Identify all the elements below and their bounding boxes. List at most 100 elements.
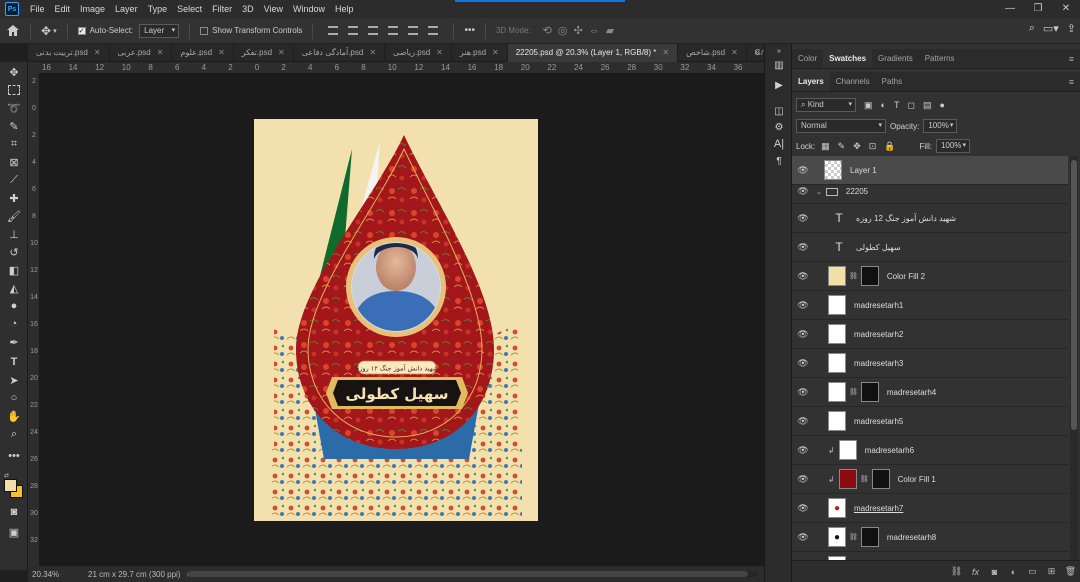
align-top-icon[interactable] [388, 26, 399, 35]
ruler-origin[interactable] [28, 62, 40, 74]
visibility-eye-icon[interactable]: 👁 [792, 242, 814, 253]
tab-22205[interactable]: 22205.psd @ 20.3% (Layer 1, RGB/8) * ✕ [507, 44, 679, 62]
play-action-icon[interactable]: ▶ [771, 80, 787, 94]
filter-smart-icon[interactable]: ▤ [923, 100, 932, 111]
tab-amadegi-defaei[interactable]: آمادگی دفاعی.psd ✕ [294, 44, 386, 62]
quick-select-tool-icon[interactable]: ✎ [5, 118, 23, 134]
opacity-input[interactable]: 100% [923, 119, 958, 133]
layer-row[interactable]: 👁 madresetarh1 [792, 291, 1068, 320]
visibility-eye-icon[interactable]: 👁 [792, 358, 814, 369]
menu-file[interactable]: File [25, 0, 50, 18]
visibility-eye-icon[interactable]: 👁 [792, 503, 814, 514]
quick-mask-icon[interactable]: ◙ [5, 504, 23, 520]
zoom-level[interactable]: 20.34% [32, 570, 84, 579]
share-icon[interactable]: ⇪ [1067, 22, 1076, 35]
auto-select-checkbox[interactable]: ✓ [77, 26, 86, 35]
brush-tool-icon[interactable]: 🖌 [5, 208, 23, 224]
3d-orbit-icon[interactable]: ⟲ [543, 24, 552, 37]
menu-filter[interactable]: Filter [207, 0, 237, 18]
search-icon[interactable]: ⌕ [1029, 22, 1035, 35]
foreground-color-swatch[interactable] [4, 479, 17, 492]
lasso-tool-icon[interactable]: ➰ [5, 100, 23, 116]
filter-adjustment-icon[interactable]: ◐ [881, 100, 886, 111]
tabs-overflow-button[interactable]: » [754, 44, 760, 62]
blur-tool-icon[interactable]: ● [5, 298, 23, 314]
3d-roll-icon[interactable]: ◎ [558, 24, 568, 37]
close-icon[interactable]: ✕ [157, 48, 164, 57]
visibility-eye-icon[interactable]: 👁 [792, 271, 814, 282]
pen-tool-icon[interactable]: ✒ [5, 334, 23, 350]
lock-position-icon[interactable]: ✥ [853, 141, 861, 152]
link-icon[interactable]: ⛓ [849, 533, 858, 541]
filter-toggle-icon[interactable]: ● [939, 100, 944, 111]
tab-tafakor[interactable]: تفکر.psd ✕ [234, 44, 294, 62]
paragraph-icon[interactable]: ¶ [771, 156, 787, 170]
tab-riazi[interactable]: ریاضی.psd ✕ [385, 44, 452, 62]
history-brush-icon[interactable]: ↺ [5, 244, 23, 260]
visibility-eye-icon[interactable]: 👁 [792, 445, 814, 456]
close-icon[interactable]: ✕ [492, 48, 499, 57]
tab-layers[interactable]: Layers [792, 72, 830, 91]
ellipse-tool-icon[interactable]: ○ [5, 390, 23, 406]
tab-arabi[interactable]: عربی.psd ✕ [110, 44, 173, 62]
vertical-ruler[interactable]: 2 0 2 4 6 8 10 12 14 16 18 20 22 24 26 28 30 32 [28, 74, 40, 566]
filter-kind-dropdown[interactable]: ⌕ Kind [796, 98, 856, 112]
tab-patterns[interactable]: Patterns [919, 49, 961, 68]
new-group-icon[interactable]: ▭ [1023, 566, 1042, 577]
layer-row[interactable]: 👁 T شهید دانش آموز جنگ 12 روزه [792, 204, 1068, 233]
3d-pan-icon[interactable]: ✣ [573, 24, 582, 37]
new-layer-icon[interactable]: ⊞ [1042, 566, 1061, 577]
auto-select-dropdown[interactable]: Layer [139, 23, 180, 38]
tab-oloom[interactable]: علوم.psd ✕ [172, 44, 234, 62]
move-tool-icon[interactable]: ✥ [5, 64, 23, 80]
tab-gradients[interactable]: Gradients [872, 49, 919, 68]
link-icon[interactable]: ⛓ [849, 272, 858, 280]
layer-row[interactable]: 👁 ⛓ Color Fill 2 [792, 262, 1068, 291]
screen-mode-icon[interactable]: ▣ [5, 524, 23, 540]
scrollbar-thumb[interactable] [188, 571, 748, 577]
align-center-icon[interactable] [348, 26, 359, 35]
link-layers-icon[interactable]: ⛓ [947, 566, 966, 577]
layer-row[interactable]: 👁 madresetarh3 [792, 349, 1068, 378]
menu-edit[interactable]: Edit [50, 0, 76, 18]
tab-honar[interactable]: هنر.psd ✕ [452, 44, 508, 62]
adjustment-layer-icon[interactable]: ◐ [1004, 567, 1023, 577]
clone-stamp-icon[interactable]: ⊥ [5, 226, 23, 242]
filter-pixel-icon[interactable]: ▣ [864, 100, 873, 111]
dodge-tool-icon[interactable]: ◔ [5, 316, 23, 332]
align-middle-icon[interactable] [408, 26, 419, 35]
history-icon[interactable]: ▥ [771, 60, 787, 74]
auto-select-toggle[interactable]: ✓ Auto-Select: [72, 18, 140, 44]
layer-row[interactable]: 👁 madresetarh9 [792, 552, 1068, 560]
layers-scrollbar[interactable] [1070, 156, 1078, 560]
fill-input[interactable]: 100% [935, 139, 970, 153]
close-window-button[interactable]: ✕ [1052, 0, 1080, 18]
frame-tool-icon[interactable]: ⊠ [5, 154, 23, 170]
panel-menu-icon[interactable]: ≡ [1069, 72, 1074, 92]
adjustments-icon[interactable]: ◫ [771, 106, 787, 120]
tab-swatches[interactable]: Swatches [823, 49, 873, 68]
horizontal-ruler[interactable]: 16 14 12 10 8 6 4 2 0 2 4 6 8 10 12 14 16 18 20 22 24 26 28 30 3… [40, 62, 764, 74]
close-icon[interactable]: ✕ [278, 48, 285, 57]
align-left-icon[interactable] [328, 26, 339, 35]
edit-toolbar-icon[interactable]: ••• [5, 448, 23, 464]
tab-color[interactable]: Color [792, 49, 823, 68]
marquee-tool-icon[interactable] [5, 82, 23, 98]
fx-icon[interactable]: fx [966, 567, 985, 577]
menu-select[interactable]: Select [172, 0, 207, 18]
transform-controls-checkbox[interactable] [200, 26, 209, 35]
align-right-icon[interactable] [368, 26, 379, 35]
menu-layer[interactable]: Layer [110, 0, 143, 18]
workspace-icon[interactable]: ▭▾ [1043, 22, 1059, 35]
visibility-eye-icon[interactable]: 👁 [792, 387, 814, 398]
more-options-button[interactable]: ••• [458, 18, 481, 44]
filter-shape-icon[interactable]: ◻ [907, 100, 914, 111]
document-canvas[interactable]: شهید دانش آموز جنگ ۱۲ روزه سهیل کطولی [254, 119, 538, 521]
menu-help[interactable]: Help [330, 0, 359, 18]
layer-group-row[interactable]: 👁 ⌄ 22205 [792, 180, 1068, 204]
close-icon[interactable]: ✕ [94, 48, 101, 57]
3d-slide-icon[interactable]: ⇔ [589, 25, 600, 37]
layer-row[interactable]: 👁 madresetarh2 [792, 320, 1068, 349]
close-icon[interactable]: ✕ [731, 48, 738, 57]
layer-row[interactable]: 👁 ↲ madresetarh6 [792, 436, 1068, 465]
